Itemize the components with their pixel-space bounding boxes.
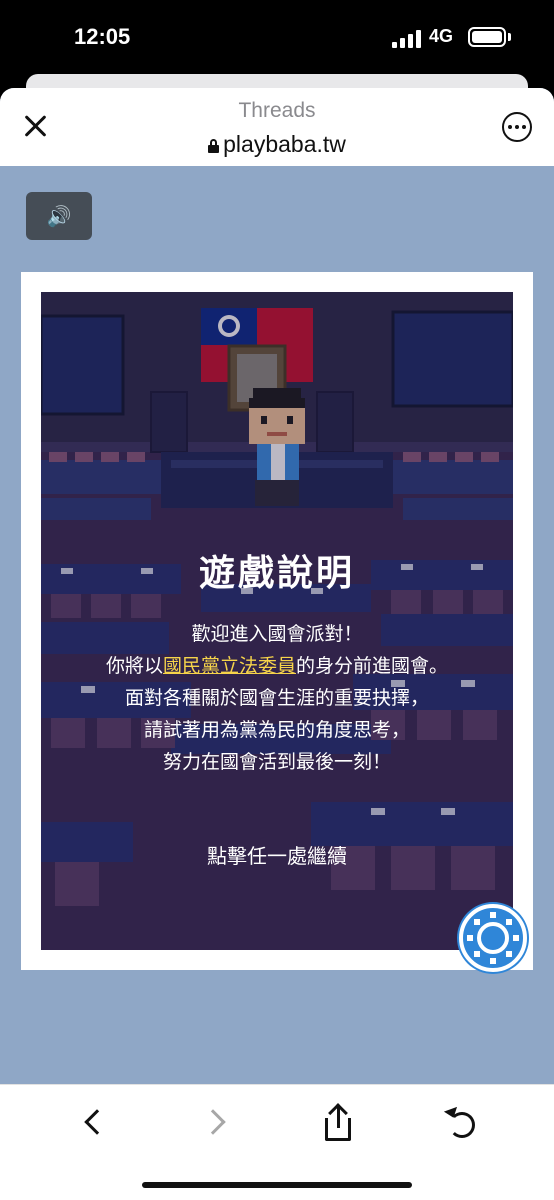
browser-header: Threads playbaba.tw [0, 88, 554, 166]
signal-icon [392, 30, 422, 48]
instructions-line-2: 你將以國民黨立法委員的身分前進國會。 [41, 650, 513, 682]
instructions-line-1: 歡迎進入國會派對！ [191, 623, 363, 645]
lock-icon [208, 139, 220, 153]
header-title: Threads [238, 99, 316, 122]
more-options-button[interactable] [502, 112, 532, 142]
line-2-suffix: 的身分前進國會。 [296, 655, 449, 677]
party-role-highlight: 國民黨立法委員 [162, 655, 296, 677]
instructions-line-3: 面對各種關於國會生涯的重要抉擇， [124, 687, 429, 709]
game-frame[interactable]: 遊戲說明 歡迎進入國會派對！ 你將以國民黨立法委員的身分前進國會。 面對各種關於… [21, 272, 533, 970]
back-icon[interactable] [70, 1103, 114, 1147]
in-app-browser: Threads playbaba.tw 🔊 遊戲說明 歡迎進入國會派對！ 你將以… [0, 88, 554, 1200]
instructions-line-4: 請試著用為黨為民的角度思考， [143, 719, 410, 741]
speaker-icon: 🔊 [46, 205, 72, 228]
header-url: playbaba.tw [0, 131, 554, 158]
tap-to-continue[interactable]: 點擊任一處繼續 [41, 840, 513, 869]
instructions-title: 遊戲說明 [198, 553, 355, 594]
reload-icon[interactable] [440, 1103, 484, 1147]
floating-badge-icon[interactable] [459, 904, 527, 972]
battery-nub [508, 33, 511, 41]
sound-toggle-button[interactable]: 🔊 [26, 192, 92, 240]
share-icon[interactable] [316, 1103, 360, 1147]
instructions-text: 歡迎進入國會派對！ 你將以國民黨立法委員的身分前進國會。 面對各種關於國會生涯的… [41, 618, 513, 778]
battery-icon [468, 27, 506, 47]
status-bar: 12:05 4G [0, 0, 554, 78]
url-text: playbaba.tw [223, 131, 346, 157]
home-indicator [142, 1182, 412, 1188]
game-scene[interactable]: 遊戲說明 歡迎進入國會派對！ 你將以國民黨立法委員的身分前進國會。 面對各種關於… [41, 292, 513, 950]
line-2-prefix: 你將以 [105, 655, 163, 677]
forward-icon[interactable] [194, 1103, 238, 1147]
network-type: 4G [429, 26, 454, 46]
instructions-line-5: 努力在國會活到最後一刻！ [162, 751, 391, 773]
status-time: 12:05 [74, 24, 131, 49]
